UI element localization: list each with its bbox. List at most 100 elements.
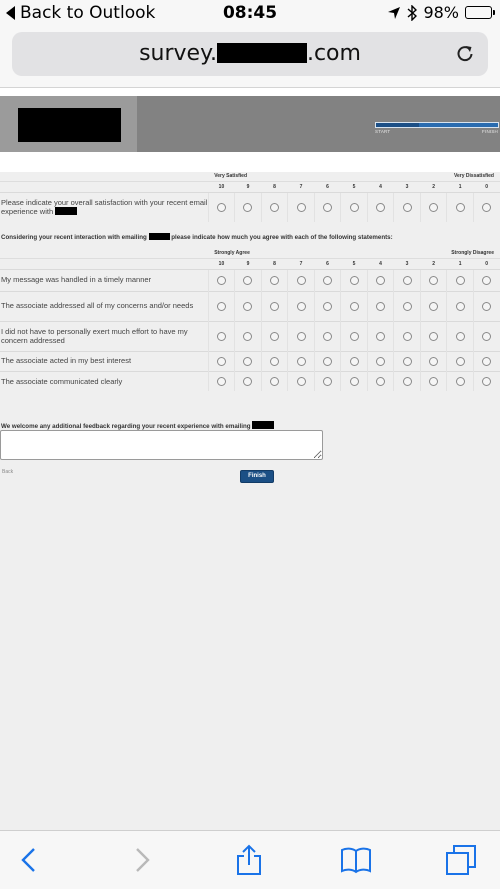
radio-option[interactable] bbox=[429, 376, 439, 386]
radio-option[interactable] bbox=[216, 376, 226, 386]
scale-number: 9 bbox=[234, 257, 262, 269]
share-icon[interactable] bbox=[233, 844, 265, 876]
scale-number: 1 bbox=[446, 180, 474, 192]
radio-option[interactable] bbox=[216, 301, 226, 311]
radio-option[interactable] bbox=[482, 275, 492, 285]
battery-percent: 98% bbox=[423, 3, 459, 22]
radio-option[interactable] bbox=[216, 275, 226, 285]
radio-option[interactable] bbox=[402, 356, 412, 366]
forward-icon[interactable] bbox=[125, 844, 157, 876]
bookmarks-icon[interactable] bbox=[340, 844, 372, 876]
radio-option[interactable] bbox=[482, 202, 492, 212]
radio-option[interactable] bbox=[455, 376, 465, 386]
radio-option[interactable] bbox=[402, 275, 412, 285]
radio-option[interactable] bbox=[296, 202, 306, 212]
scale-number: 7 bbox=[287, 180, 315, 192]
statement-label: The associate addressed all of my concer… bbox=[0, 290, 209, 321]
radio-option[interactable] bbox=[429, 301, 439, 311]
radio-option[interactable] bbox=[296, 301, 306, 311]
feedback-textarea[interactable] bbox=[0, 430, 323, 460]
radio-option[interactable] bbox=[349, 275, 359, 285]
radio-option[interactable] bbox=[349, 356, 359, 366]
scale-number: 1 bbox=[446, 257, 474, 269]
scale-label-right: Very Dissatisfied bbox=[453, 173, 494, 179]
radio-option[interactable] bbox=[429, 202, 439, 212]
bluetooth-icon bbox=[407, 4, 418, 21]
radio-option[interactable] bbox=[376, 275, 386, 285]
radio-option[interactable] bbox=[243, 376, 253, 386]
url-display[interactable]: survey. .com bbox=[12, 41, 488, 66]
progress-finish-label: FINISH bbox=[482, 129, 498, 134]
radio-option[interactable] bbox=[482, 331, 492, 341]
scale-numbers: 10 9 8 7 6 5 4 3 2 1 0 bbox=[0, 257, 500, 269]
address-bar[interactable]: survey. .com bbox=[12, 32, 488, 76]
progress-start-label: START bbox=[375, 129, 391, 134]
radio-option[interactable] bbox=[296, 356, 306, 366]
radio-option[interactable] bbox=[455, 301, 465, 311]
radio-option[interactable] bbox=[323, 301, 333, 311]
scale-number: 2 bbox=[420, 180, 447, 192]
scale-label-left: Very Satisfied bbox=[214, 173, 247, 179]
radio-option[interactable] bbox=[243, 275, 253, 285]
radio-option[interactable] bbox=[455, 331, 465, 341]
radio-option[interactable] bbox=[269, 275, 279, 285]
radio-option[interactable] bbox=[349, 301, 359, 311]
radio-option[interactable] bbox=[296, 376, 306, 386]
url-prefix: survey. bbox=[139, 41, 217, 66]
tabs-icon[interactable] bbox=[445, 844, 477, 876]
radio-option[interactable] bbox=[269, 301, 279, 311]
radio-option[interactable] bbox=[349, 202, 359, 212]
radio-option[interactable] bbox=[376, 202, 386, 212]
radio-option[interactable] bbox=[482, 356, 492, 366]
radio-option[interactable] bbox=[243, 202, 253, 212]
radio-option[interactable] bbox=[482, 301, 492, 311]
radio-option[interactable] bbox=[269, 376, 279, 386]
radio-option[interactable] bbox=[402, 331, 412, 341]
back-icon[interactable] bbox=[14, 844, 46, 876]
radio-option[interactable] bbox=[376, 376, 386, 386]
radio-option[interactable] bbox=[243, 356, 253, 366]
radio-option[interactable] bbox=[376, 356, 386, 366]
finish-button[interactable]: Finish bbox=[240, 470, 274, 483]
radio-option[interactable] bbox=[455, 356, 465, 366]
radio-option[interactable] bbox=[455, 275, 465, 285]
statement-row: I did not have to personally exert much … bbox=[0, 320, 500, 351]
radio-option[interactable] bbox=[243, 301, 253, 311]
radio-option[interactable] bbox=[323, 275, 333, 285]
statement-label: The associate acted in my best interest bbox=[0, 350, 209, 371]
radio-option[interactable] bbox=[349, 331, 359, 341]
radio-option[interactable] bbox=[216, 356, 226, 366]
statement-row: The associate acted in my best interest bbox=[0, 350, 500, 371]
radio-option[interactable] bbox=[323, 331, 333, 341]
radio-option[interactable] bbox=[429, 356, 439, 366]
radio-option[interactable] bbox=[323, 202, 333, 212]
radio-option[interactable] bbox=[269, 202, 279, 212]
section-title: Considering your recent interaction with… bbox=[1, 233, 393, 241]
radio-option[interactable] bbox=[429, 331, 439, 341]
radio-option[interactable] bbox=[402, 301, 412, 311]
radio-option[interactable] bbox=[296, 275, 306, 285]
radio-option[interactable] bbox=[323, 376, 333, 386]
radio-option[interactable] bbox=[402, 202, 412, 212]
redacted-text bbox=[55, 207, 78, 216]
radio-option[interactable] bbox=[269, 331, 279, 341]
radio-option[interactable] bbox=[482, 376, 492, 386]
scale-number: 10 bbox=[208, 180, 235, 192]
scale-number: 0 bbox=[473, 257, 500, 269]
radio-option[interactable] bbox=[216, 331, 226, 341]
radio-option[interactable] bbox=[402, 376, 412, 386]
radio-option[interactable] bbox=[455, 202, 465, 212]
reload-icon[interactable] bbox=[454, 43, 476, 65]
back-link[interactable]: Back bbox=[2, 469, 13, 475]
radio-option[interactable] bbox=[243, 331, 253, 341]
radio-option[interactable] bbox=[296, 331, 306, 341]
radio-option[interactable] bbox=[376, 301, 386, 311]
radio-option[interactable] bbox=[216, 202, 226, 212]
radio-option[interactable] bbox=[323, 356, 333, 366]
radio-option[interactable] bbox=[429, 275, 439, 285]
radio-option[interactable] bbox=[349, 376, 359, 386]
radio-option[interactable] bbox=[269, 356, 279, 366]
statement-row: My message was handled in a timely manne… bbox=[0, 268, 500, 291]
question-row: Please indicate your overall satisfactio… bbox=[0, 191, 500, 222]
radio-option[interactable] bbox=[376, 331, 386, 341]
